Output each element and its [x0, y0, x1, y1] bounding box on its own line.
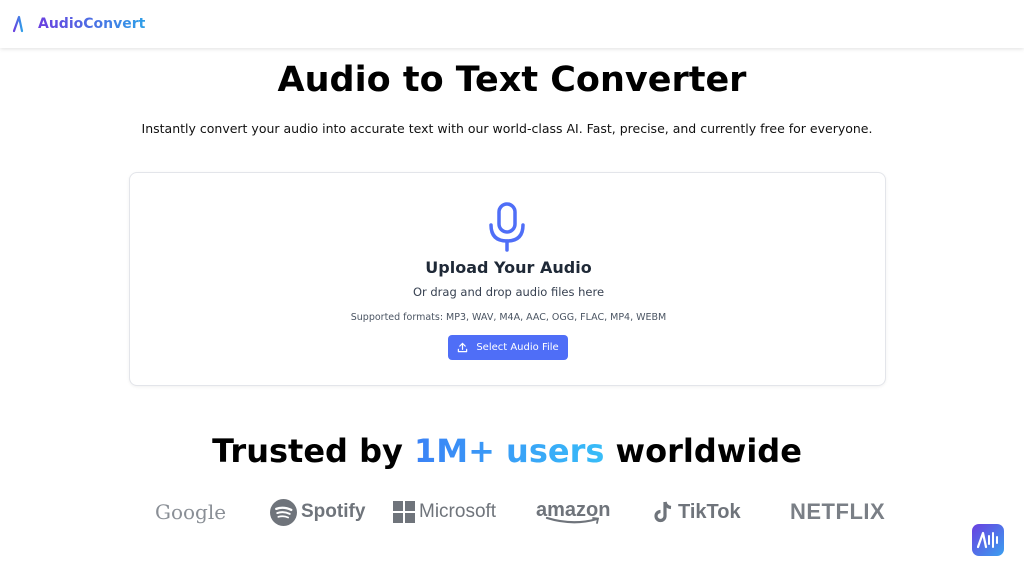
trusted-prefix: Trusted by: [212, 432, 403, 470]
trusted-highlight: 1M+ users: [413, 432, 605, 470]
upload-dropzone[interactable]: Upload Your Audio Or drag and drop audio…: [129, 172, 886, 386]
select-audio-file-button[interactable]: Select Audio File: [448, 335, 568, 360]
upload-hint: Or drag and drop audio files here: [412, 285, 605, 299]
select-audio-file-label: Select Audio File: [476, 342, 559, 353]
brand-netflix-label: NETFLIX: [790, 499, 886, 524]
audio-waveform-icon: [977, 531, 998, 549]
brand-logos: Google Spotify Microsoft amazon TikTok N…: [0, 492, 1024, 532]
logo-text: AudioConvert: [38, 16, 146, 32]
brand-amazon: amazon: [536, 492, 610, 532]
brand-netflix: NETFLIX: [790, 492, 885, 532]
microphone-icon: [489, 202, 525, 252]
top-nav: AudioConvert: [0, 0, 1024, 48]
supported-formats: Supported formats: MP3, WAV, M4A, AAC, O…: [350, 312, 667, 323]
brand-google-label: Google: [155, 500, 227, 524]
trusted-suffix: worldwide: [615, 432, 802, 470]
floating-app-button[interactable]: [972, 524, 1004, 556]
brand-google: Google: [155, 492, 226, 532]
brand-microsoft: Microsoft: [393, 492, 496, 532]
brand-tiktok-label: TikTok: [678, 500, 741, 523]
page-subtitle: Instantly convert your audio into accura…: [141, 121, 873, 136]
microsoft-icon: [393, 501, 415, 523]
amazon-smile-icon: [546, 516, 600, 524]
brand-spotify: Spotify: [270, 492, 365, 532]
upload-title: Upload Your Audio: [425, 258, 592, 277]
page-title: Audio to Text Converter: [277, 60, 747, 100]
brand-spotify-label: Spotify: [301, 501, 366, 522]
logo[interactable]: AudioConvert: [13, 15, 145, 33]
brand-tiktok: TikTok: [654, 492, 741, 532]
upload-icon: [458, 342, 468, 353]
trusted-heading: Trusted by 1M+ users worldwide: [0, 432, 1014, 470]
brand-microsoft-label: Microsoft: [419, 501, 497, 522]
audio-waveform-icon: [13, 15, 34, 33]
tiktok-icon: [654, 501, 672, 523]
spotify-icon: [270, 498, 297, 526]
